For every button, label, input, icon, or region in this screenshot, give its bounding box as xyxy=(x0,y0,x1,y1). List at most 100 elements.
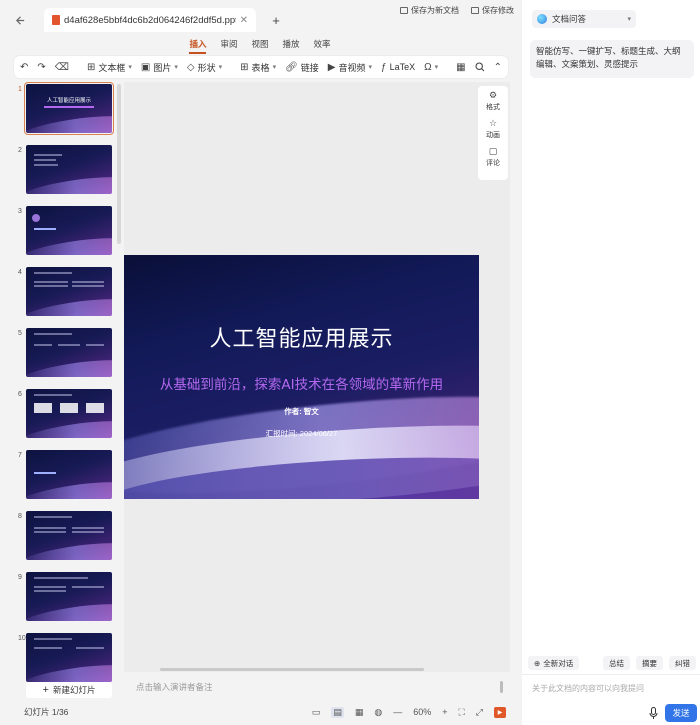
slide-title[interactable]: 人工智能应用展示 xyxy=(124,321,479,353)
redo-icon[interactable]: ↷ xyxy=(37,62,45,73)
slide-thumbnail[interactable]: 人工智能应用展示 xyxy=(24,82,114,135)
horizontal-scrollbar[interactable] xyxy=(160,668,424,671)
media-label: 音视频 xyxy=(338,62,366,73)
mode-selector[interactable]: 文档问答 ▾ xyxy=(532,10,636,28)
slide-subtitle[interactable]: 从基础到前沿，探索AI技术在各领域的革新作用 xyxy=(124,373,479,393)
excerpt-button[interactable]: 摘要 xyxy=(636,656,663,670)
format-icon: ⚙ xyxy=(488,90,498,100)
send-button[interactable]: 发送 xyxy=(665,704,697,722)
format-painter-icon[interactable]: ⌫ xyxy=(55,62,69,73)
thumbnail-row[interactable]: 8 xyxy=(12,509,124,570)
slide-number: 8 xyxy=(18,513,22,520)
thumbnail-row[interactable]: 9 xyxy=(12,570,124,631)
new-slide-button[interactable]: + 新建幻灯片 xyxy=(26,682,112,698)
thumbnail-row[interactable]: 2 xyxy=(12,143,124,204)
speaker-notes[interactable]: 点击输入演讲者备注 xyxy=(124,675,510,699)
normal-view-icon[interactable]: ▭ xyxy=(312,707,321,718)
grid-icon[interactable]: ▦ xyxy=(456,62,465,73)
tab-insert[interactable]: 插入 xyxy=(189,36,207,54)
shape-button[interactable]: ◇ 形状 ▾ xyxy=(187,61,222,74)
document-tab-title: d4af628e5bbf4dc6b2d064246f2ddf5d.pptx xyxy=(64,14,236,26)
tab-efficiency[interactable]: 效率 xyxy=(314,36,331,54)
slide-thumbnail[interactable] xyxy=(26,267,112,316)
top-actions: 保存为新文档 保存修改 xyxy=(400,5,514,16)
slide-thumbnail[interactable] xyxy=(26,450,112,499)
back-icon[interactable] xyxy=(10,10,30,30)
link-button[interactable]: 🔗︎ 链接 xyxy=(285,61,319,74)
new-tab-icon[interactable]: + xyxy=(268,12,284,28)
shape-label: 形状 xyxy=(197,62,216,73)
slide-thumbnail[interactable] xyxy=(26,328,112,377)
thumbnail-row[interactable]: 6 xyxy=(12,387,124,448)
slide-author[interactable]: 作者: 智文 xyxy=(124,406,479,417)
slide-thumbnail[interactable] xyxy=(26,206,112,255)
tab-view[interactable]: 视图 xyxy=(251,36,268,54)
ribbon-tabs: 插入 审阅 视图 播放 效率 xyxy=(0,36,520,54)
play-slideshow-icon[interactable]: ▶ xyxy=(494,706,506,718)
question-input[interactable]: 关于此文档的内容可以向我提问 发送 xyxy=(522,674,700,725)
zoom-level[interactable]: 60% xyxy=(413,707,431,717)
slide-thumbnail[interactable] xyxy=(26,511,112,560)
correct-button[interactable]: 纠错 xyxy=(669,656,696,670)
close-tab-icon[interactable]: ✕ xyxy=(240,15,248,26)
thumbnail-row[interactable]: 7 xyxy=(12,448,124,509)
textbox-icon: ⊞ xyxy=(86,61,96,73)
chevron-down-icon: ▾ xyxy=(174,64,178,71)
document-tab[interactable]: d4af628e5bbf4dc6b2d064246f2ddf5d.pptx ✕ xyxy=(44,8,256,32)
format-label: 格式 xyxy=(486,104,500,111)
media-button[interactable]: ▶ 音视频 ▾ xyxy=(328,61,372,74)
slide-thumbnail[interactable] xyxy=(26,572,112,621)
slide-thumbnail[interactable] xyxy=(26,145,112,194)
app-window: d4af628e5bbf4dc6b2d064246f2ddf5d.pptx ✕ … xyxy=(0,0,700,725)
thumbnail-row[interactable]: 4 xyxy=(12,265,124,326)
current-slide[interactable]: 人工智能应用展示 从基础到前沿，探索AI技术在各领域的革新作用 作者: 智文 汇… xyxy=(124,255,479,499)
thumbnail-row[interactable]: 5 xyxy=(12,326,124,387)
slide-date[interactable]: 汇报时间: 2024/06/27 xyxy=(124,428,479,439)
slide-thumbnail[interactable] xyxy=(26,389,112,438)
thumbnail-box xyxy=(60,403,78,413)
new-chat-label: 全新对话 xyxy=(543,658,574,668)
tab-review[interactable]: 审阅 xyxy=(220,36,237,54)
input-placeholder: 关于此文档的内容可以向我提问 xyxy=(532,684,644,693)
microphone-icon[interactable] xyxy=(648,706,658,720)
search-icon[interactable] xyxy=(475,62,485,72)
textbox-button[interactable]: ⊞ 文本框 ▾ xyxy=(87,61,132,74)
globe-icon[interactable]: ◍ xyxy=(374,707,382,718)
fit-screen-icon[interactable]: ⛶ xyxy=(458,707,464,718)
zoom-out-icon[interactable]: — xyxy=(393,707,402,717)
slide-number: 1 xyxy=(18,86,22,93)
thumbnail-row[interactable]: 1 人工智能应用展示 xyxy=(12,82,124,143)
new-chat-button[interactable]: ⊕ 全新对话 xyxy=(528,656,580,670)
comment-view-icon[interactable]: ▤ xyxy=(331,706,344,718)
format-button[interactable]: ⚙ 格式 xyxy=(486,90,500,112)
thumbnail-text-line xyxy=(34,272,72,274)
latex-button[interactable]: ƒ LaTeX xyxy=(381,62,415,73)
slide-sorter-icon[interactable]: ▦ xyxy=(355,707,364,718)
pptx-file-icon xyxy=(52,15,60,25)
notes-scrollbar[interactable] xyxy=(500,681,503,693)
fullscreen-icon[interactable]: ⤢ xyxy=(476,707,483,718)
summary-button[interactable]: 总结 xyxy=(603,656,630,670)
animation-label: 动画 xyxy=(486,132,500,139)
table-button[interactable]: ⊞ 表格 ▾ xyxy=(240,61,276,74)
plus-icon: + xyxy=(42,684,49,696)
zoom-in-icon[interactable]: + xyxy=(442,707,447,717)
chevron-down-icon: ▾ xyxy=(434,64,439,71)
image-label: 图片 xyxy=(153,62,172,73)
animation-button[interactable]: ☆ 动画 xyxy=(486,118,500,140)
tab-play[interactable]: 播放 xyxy=(283,36,300,54)
symbol-button[interactable]: Ω ▾ xyxy=(424,62,438,73)
save-changes-button[interactable]: 保存修改 xyxy=(471,5,514,16)
star-icon: ☆ xyxy=(488,118,498,128)
new-slide-label: 新建幻灯片 xyxy=(52,685,96,695)
slide-thumbnail[interactable] xyxy=(26,633,112,682)
save-as-new-button[interactable]: 保存为新文档 xyxy=(400,5,459,16)
collapse-icon[interactable]: ⌃ xyxy=(494,62,502,73)
thumbnail-row[interactable]: 3 xyxy=(12,204,124,265)
thumbnail-scrollbar[interactable] xyxy=(117,84,121,244)
thumbnail-text-line xyxy=(72,531,104,533)
comment-button[interactable]: ▢ 评论 xyxy=(486,146,500,168)
thumbnail-text-line xyxy=(72,586,104,588)
image-button[interactable]: ▣ 图片 ▾ xyxy=(141,61,178,74)
undo-icon[interactable]: ↶ xyxy=(20,62,28,73)
